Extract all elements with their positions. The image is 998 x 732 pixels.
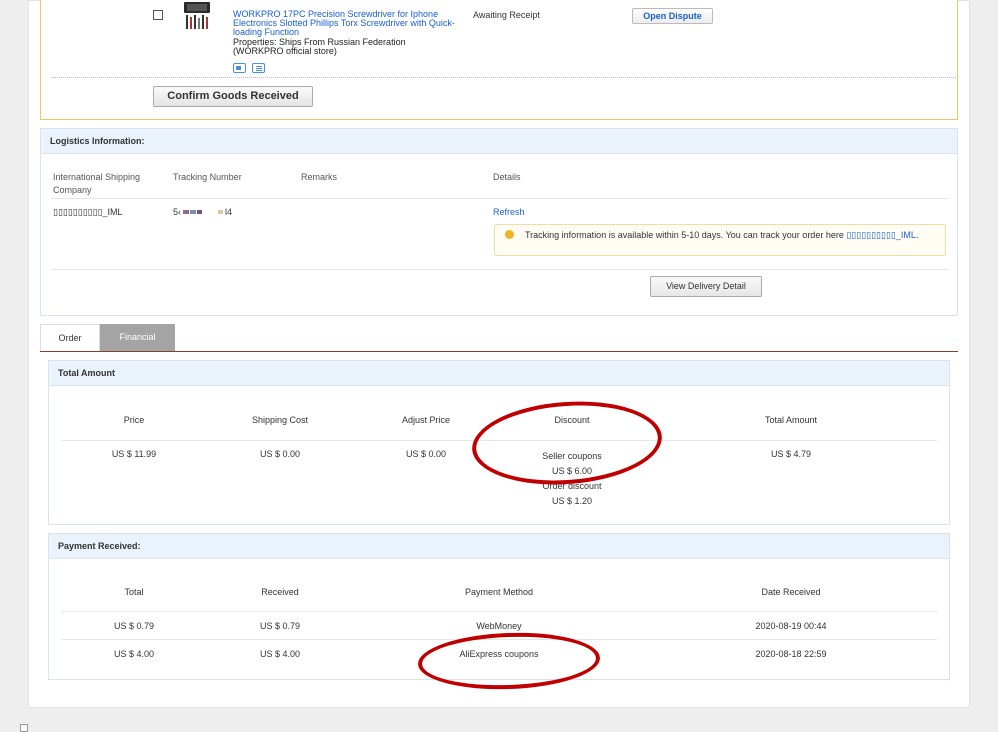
- tab-underline: [40, 351, 958, 352]
- refresh-link[interactable]: Refresh: [493, 207, 525, 217]
- divider: [52, 77, 958, 78]
- col-shipping-company: International Shipping Company: [53, 171, 140, 197]
- page-icon: [20, 724, 28, 732]
- tracking-note: Tracking information is available within…: [494, 224, 946, 256]
- view-delivery-detail-button[interactable]: View Delivery Detail: [650, 276, 762, 297]
- product-title-link[interactable]: WORKPRO 17PC Precision Screwdriver for I…: [233, 10, 458, 38]
- header-date-received: Date Received: [761, 587, 821, 597]
- header-total: Total: [124, 587, 144, 597]
- shipping-company-value: ▯▯▯▯▯▯▯▯▯▯_IML: [53, 207, 123, 217]
- divider: [51, 269, 949, 270]
- col-label: Company: [53, 185, 92, 195]
- row1-date: 2020-08-19 00:44: [755, 621, 827, 631]
- row2-received: US $ 4.00: [259, 649, 301, 659]
- col-label: International Shipping: [53, 172, 141, 182]
- header-total-amount: Total Amount: [764, 415, 818, 425]
- tracking-company-link[interactable]: ▯▯▯▯▯▯▯▯▯▯_IML: [846, 230, 916, 240]
- row2-date: 2020-08-18 22:59: [755, 649, 827, 659]
- item-icons: [233, 63, 265, 73]
- document-icon[interactable]: [252, 63, 265, 73]
- row1-method: WebMoney: [476, 621, 522, 631]
- tab-order[interactable]: Order: [40, 324, 100, 351]
- divider: [51, 198, 949, 199]
- header-received: Received: [261, 587, 299, 597]
- shipping-value: US $ 0.00: [259, 449, 301, 459]
- tracking-note-text: Tracking information is available within…: [525, 229, 940, 241]
- adjust-value: US $ 0.00: [405, 449, 447, 459]
- product-properties: Properties: Ships From Russian Federatio…: [233, 38, 458, 56]
- header-price: Price: [123, 415, 145, 425]
- open-dispute-button[interactable]: Open Dispute: [632, 8, 713, 24]
- total-value: US $ 4.79: [770, 449, 812, 459]
- payment-received-title: Payment Received:: [49, 534, 949, 559]
- note-end: .: [915, 230, 919, 240]
- price-value: US $ 11.99: [111, 449, 157, 459]
- item-checkbox[interactable]: [153, 10, 163, 20]
- col-tracking-number: Tracking Number: [173, 172, 242, 182]
- col-remarks: Remarks: [301, 172, 338, 182]
- product-thumbnail[interactable]: [180, 0, 214, 36]
- tracking-suffix: l4: [225, 207, 233, 217]
- tracking-redacted: [183, 210, 224, 214]
- lightbulb-icon: [505, 230, 514, 239]
- confirm-goods-button[interactable]: Confirm Goods Received: [153, 86, 313, 107]
- order-status: Awaiting Receipt: [473, 10, 540, 20]
- header-shipping-cost: Shipping Cost: [251, 415, 309, 425]
- row2-total: US $ 4.00: [113, 649, 155, 659]
- logistics-panel: Logistics Information: International Shi…: [40, 128, 958, 316]
- total-amount-title: Total Amount: [49, 361, 949, 386]
- divider: [61, 611, 937, 612]
- tracking-number-value: 5‹ l4: [173, 207, 232, 217]
- header-adjust-price: Adjust Price: [401, 415, 451, 425]
- tracking-prefix: 5‹: [173, 207, 182, 217]
- note-text: Tracking information is available within…: [525, 230, 847, 240]
- tab-financial[interactable]: Financial: [100, 324, 175, 351]
- truck-icon[interactable]: [233, 63, 246, 73]
- col-details: Details: [493, 172, 521, 182]
- row1-received: US $ 0.79: [259, 621, 301, 631]
- order-discount-value: US $ 1.20: [551, 496, 593, 506]
- header-payment-method: Payment Method: [464, 587, 534, 597]
- store-line: (WORKPRO official store): [233, 46, 337, 56]
- row1-total: US $ 0.79: [113, 621, 155, 631]
- logistics-title: Logistics Information:: [41, 129, 957, 154]
